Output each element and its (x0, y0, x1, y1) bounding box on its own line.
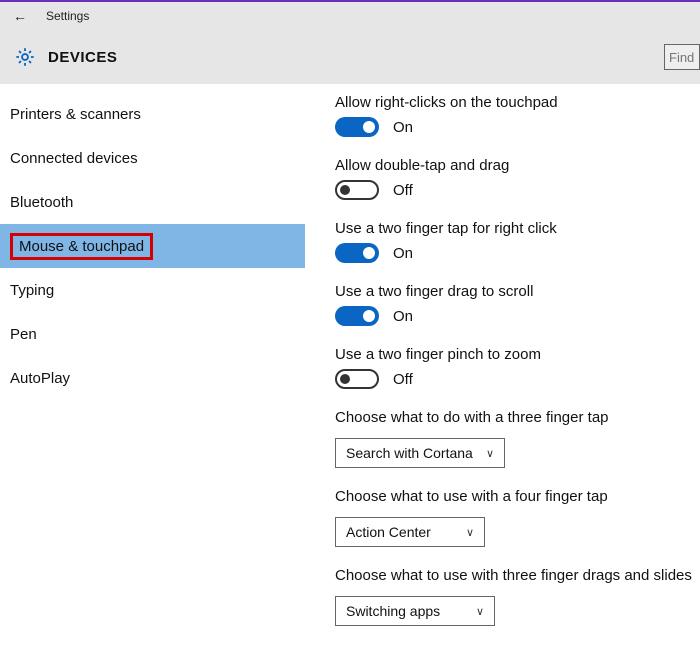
toggle-two-finger-tap[interactable] (335, 243, 379, 263)
sidebar-item-mouse-touchpad[interactable]: Mouse & touchpad (0, 224, 305, 268)
gear-icon (14, 46, 36, 68)
window-title: Settings (40, 9, 89, 23)
toggle-two-finger-pinch[interactable] (335, 369, 379, 389)
setting-four-finger-tap: Choose what to use with a four finger ta… (335, 488, 700, 547)
dropdown-four-finger-tap[interactable]: Action Center ∨ (335, 517, 485, 547)
content: Allow right-clicks on the touchpad On Al… (305, 84, 700, 663)
setting-label: Choose what to use with a four finger ta… (335, 488, 700, 505)
chevron-down-icon: ∨ (466, 526, 474, 539)
sidebar-item-label: Typing (10, 282, 54, 299)
toggle-state: On (393, 245, 413, 262)
toggle-double-tap[interactable] (335, 180, 379, 200)
sidebar-item-autoplay[interactable]: AutoPlay (0, 356, 305, 400)
sidebar-item-pen[interactable]: Pen (0, 312, 305, 356)
header: DEVICES (0, 30, 700, 84)
setting-three-finger-drag: Choose what to use with three finger dra… (335, 567, 700, 626)
dropdown-three-finger-drag[interactable]: Switching apps ∨ (335, 596, 495, 626)
chevron-down-icon: ∨ (486, 447, 494, 460)
toggle-right-click[interactable] (335, 117, 379, 137)
chevron-down-icon: ∨ (476, 605, 484, 618)
sidebar-item-typing[interactable]: Typing (0, 268, 305, 312)
toggle-two-finger-drag[interactable] (335, 306, 379, 326)
setting-two-finger-drag: Use a two finger drag to scroll On (335, 283, 700, 326)
setting-three-finger-tap: Choose what to do with a three finger ta… (335, 409, 700, 468)
setting-two-finger-tap: Use a two finger tap for right click On (335, 220, 700, 263)
setting-label: Use a two finger drag to scroll (335, 283, 700, 300)
setting-label: Use a two finger pinch to zoom (335, 346, 700, 363)
setting-right-click: Allow right-clicks on the touchpad On (335, 94, 700, 137)
setting-label: Allow right-clicks on the touchpad (335, 94, 700, 111)
setting-two-finger-pinch: Use a two finger pinch to zoom Off (335, 346, 700, 389)
page-title: DEVICES (48, 49, 117, 66)
sidebar-item-label: Pen (10, 326, 37, 343)
setting-double-tap: Allow double-tap and drag Off (335, 157, 700, 200)
sidebar-item-label: Connected devices (10, 150, 138, 167)
toggle-state: Off (393, 371, 413, 388)
sidebar: Printers & scanners Connected devices Bl… (0, 84, 305, 663)
sidebar-item-label: AutoPlay (10, 370, 70, 387)
sidebar-item-label: Printers & scanners (10, 106, 141, 123)
back-button[interactable]: ← (0, 8, 40, 24)
toggle-state: On (393, 308, 413, 325)
setting-label: Allow double-tap and drag (335, 157, 700, 174)
sidebar-item-label: Bluetooth (10, 194, 73, 211)
dropdown-value: Search with Cortana (346, 445, 473, 461)
setting-label: Use a two finger tap for right click (335, 220, 700, 237)
dropdown-three-finger-tap[interactable]: Search with Cortana ∨ (335, 438, 505, 468)
sidebar-item-label: Mouse & touchpad (10, 233, 153, 260)
sidebar-item-bluetooth[interactable]: Bluetooth (0, 180, 305, 224)
sidebar-item-printers[interactable]: Printers & scanners (0, 92, 305, 136)
dropdown-value: Switching apps (346, 603, 440, 619)
sidebar-item-connected-devices[interactable]: Connected devices (0, 136, 305, 180)
setting-label: Choose what to do with a three finger ta… (335, 409, 700, 426)
toggle-state: Off (393, 182, 413, 199)
dropdown-value: Action Center (346, 524, 431, 540)
toggle-state: On (393, 119, 413, 136)
setting-label: Choose what to use with three finger dra… (335, 567, 700, 584)
search-input[interactable] (664, 44, 700, 70)
titlebar: ← Settings (0, 0, 700, 30)
